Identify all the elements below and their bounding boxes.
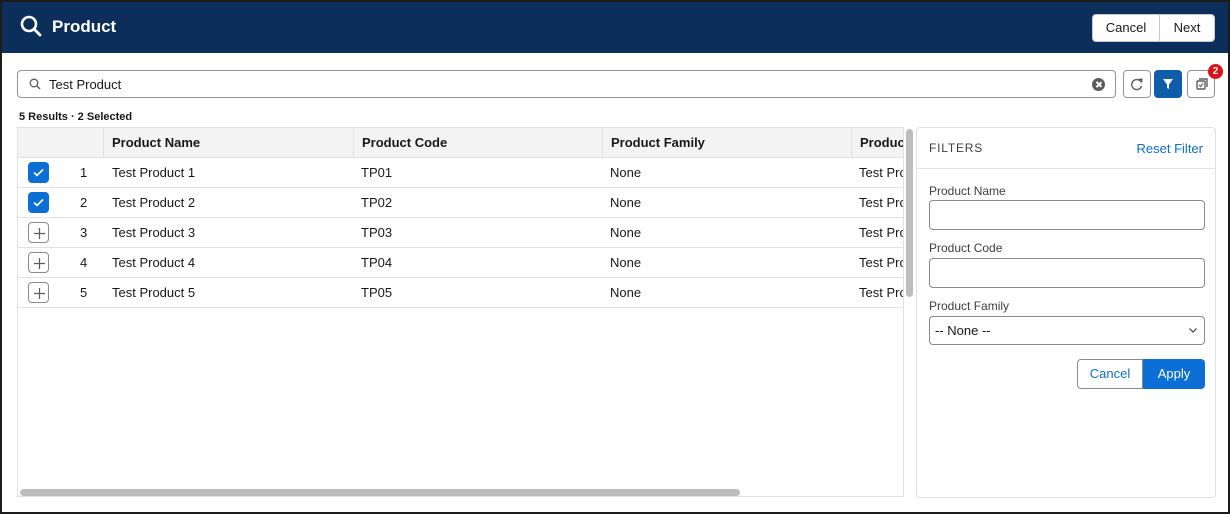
row-checkbox[interactable] bbox=[28, 192, 49, 213]
table-row[interactable]: 2 Test Product 2 TP02 None Test Pro bbox=[18, 188, 904, 218]
next-button[interactable]: Next bbox=[1160, 15, 1214, 41]
product-name-cell: Test Product 4 bbox=[112, 255, 196, 270]
product-extra-cell: Test Pro bbox=[859, 165, 904, 180]
modal-title: Product bbox=[52, 17, 117, 36]
clear-search-icon[interactable] bbox=[1092, 78, 1105, 91]
plus-icon bbox=[34, 288, 45, 299]
row-number: 3 bbox=[80, 225, 88, 240]
divider bbox=[917, 168, 1215, 169]
product-extra-cell: Test Pro bbox=[859, 285, 904, 300]
product-code-cell: TP02 bbox=[361, 195, 393, 210]
product-code-cell: TP01 bbox=[361, 165, 393, 180]
product-extra-cell: Test Pro bbox=[859, 255, 904, 270]
product-name-cell: Test Product 2 bbox=[112, 195, 196, 210]
product-name-cell: Test Product 5 bbox=[112, 285, 196, 300]
search-icon bbox=[29, 78, 41, 90]
vertical-scrollbar[interactable] bbox=[906, 129, 913, 297]
product-family-label: Product Family bbox=[929, 299, 1010, 313]
product-family-cell: None bbox=[610, 255, 642, 270]
product-code-cell: TP04 bbox=[361, 255, 393, 270]
filter-panel: FILTERS Reset Filter Product Name Produc… bbox=[916, 127, 1216, 498]
row-add-button[interactable] bbox=[28, 222, 49, 243]
table-row[interactable]: 4 Test Product 4 TP04 None Test Pro bbox=[18, 248, 904, 278]
row-number: 1 bbox=[80, 165, 88, 180]
product-extra-cell: Test Pro bbox=[859, 195, 904, 210]
product-family-value: -- None -- bbox=[935, 323, 991, 338]
checkmark-icon bbox=[33, 198, 44, 207]
filter-icon bbox=[1163, 79, 1173, 89]
filter-actions: Cancel Apply bbox=[1077, 359, 1205, 389]
checkmark-icon bbox=[33, 168, 44, 177]
product-code-cell: TP05 bbox=[361, 285, 393, 300]
plus-icon bbox=[34, 258, 45, 269]
plus-icon bbox=[34, 228, 45, 239]
filters-heading: FILTERS bbox=[929, 141, 984, 155]
row-add-button[interactable] bbox=[28, 252, 49, 273]
product-name-label: Product Name bbox=[929, 184, 1006, 198]
column-header-product[interactable]: Product bbox=[851, 128, 903, 158]
header-button-group: Cancel Next bbox=[1092, 14, 1215, 42]
column-header-product-family[interactable]: Product Family bbox=[602, 128, 851, 158]
filter-button[interactable] bbox=[1154, 70, 1182, 98]
column-header-product-code[interactable]: Product Code bbox=[353, 128, 602, 158]
results-summary: 5 Results · 2 Selected bbox=[19, 111, 133, 123]
search-icon bbox=[20, 15, 42, 37]
search-value: Test Product bbox=[49, 77, 122, 92]
reset-filter-link[interactable]: Reset Filter bbox=[1137, 141, 1203, 156]
refresh-button[interactable] bbox=[1123, 70, 1151, 98]
product-family-cell: None bbox=[610, 285, 642, 300]
selected-count-badge: 2 bbox=[1208, 64, 1223, 79]
horizontal-scrollbar[interactable] bbox=[20, 489, 740, 496]
product-family-cell: None bbox=[610, 165, 642, 180]
modal-header: Product Cancel Next bbox=[2, 2, 1228, 53]
chevron-down-icon bbox=[1189, 328, 1197, 333]
table-row[interactable]: 1 Test Product 1 TP01 None Test Pro bbox=[18, 158, 904, 188]
row-checkbox[interactable] bbox=[28, 162, 49, 183]
table-row[interactable]: 5 Test Product 5 TP05 None Test Pro bbox=[18, 278, 904, 308]
product-extra-cell: Test Pro bbox=[859, 225, 904, 240]
cancel-button[interactable]: Cancel bbox=[1093, 15, 1160, 41]
product-family-cell: None bbox=[610, 225, 642, 240]
table-header: Product Name Product Code Product Family… bbox=[18, 128, 903, 158]
product-name-field[interactable] bbox=[929, 200, 1205, 230]
product-picker-modal: Product Cancel Next Test Product 2 5 Res… bbox=[0, 0, 1230, 514]
row-number: 4 bbox=[80, 255, 88, 270]
product-family-select[interactable]: -- None -- bbox=[929, 316, 1205, 345]
product-family-cell: None bbox=[610, 195, 642, 210]
product-name-cell: Test Product 1 bbox=[112, 165, 196, 180]
filter-apply-button[interactable]: Apply bbox=[1143, 359, 1205, 389]
table-row[interactable]: 3 Test Product 3 TP03 None Test Pro bbox=[18, 218, 904, 248]
product-code-label: Product Code bbox=[929, 241, 1003, 255]
row-number: 5 bbox=[80, 285, 88, 300]
product-table: Product Name Product Code Product Family… bbox=[17, 127, 904, 497]
product-code-field[interactable] bbox=[929, 258, 1205, 288]
filter-cancel-button[interactable]: Cancel bbox=[1077, 359, 1143, 389]
column-header-product-name[interactable]: Product Name bbox=[103, 128, 353, 158]
product-name-cell: Test Product 3 bbox=[112, 225, 196, 240]
row-add-button[interactable] bbox=[28, 282, 49, 303]
row-number: 2 bbox=[80, 195, 88, 210]
product-code-cell: TP03 bbox=[361, 225, 393, 240]
refresh-icon bbox=[1131, 78, 1143, 91]
search-input[interactable]: Test Product bbox=[17, 70, 1116, 98]
